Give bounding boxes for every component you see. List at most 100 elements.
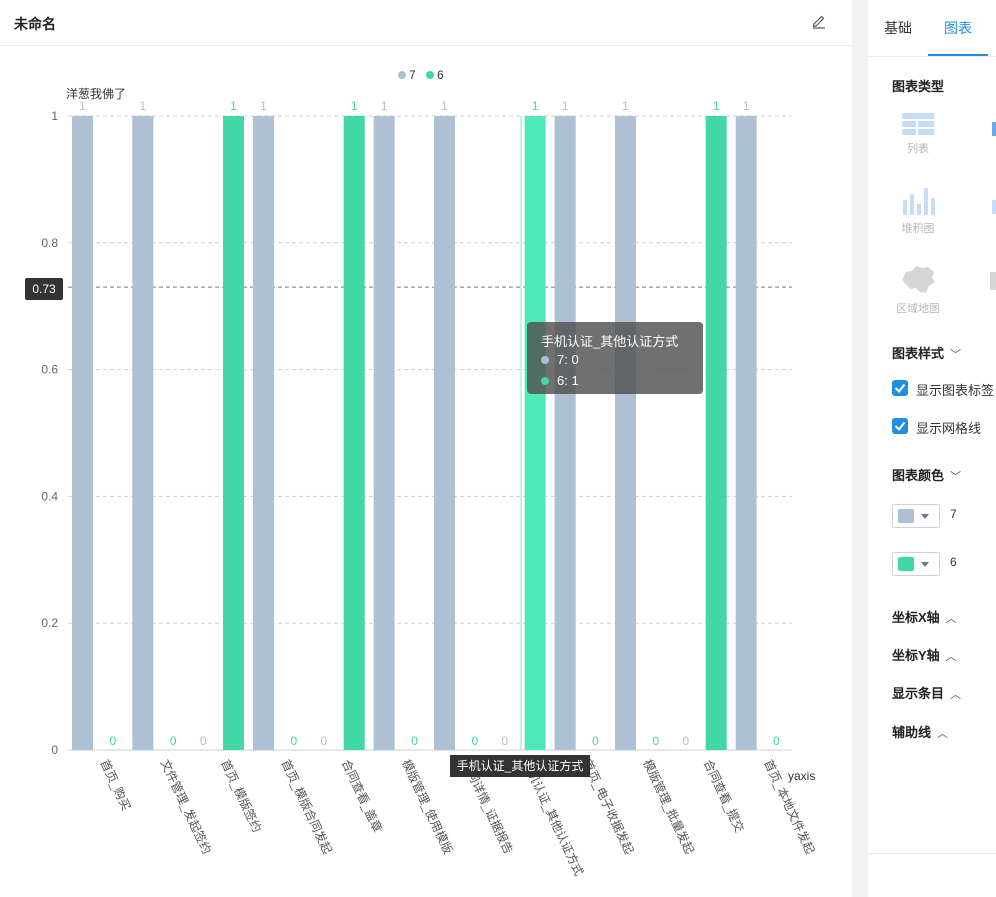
y-axis-section[interactable]: 坐标Y轴 ︿ (892, 645, 957, 664)
show-labels-checkbox[interactable]: 显示图表标签 (892, 380, 996, 398)
x-category-label: 模版管理_使用模版 (399, 757, 456, 856)
bar-data-label: 1 (381, 99, 388, 113)
tab-basic[interactable]: 基础 (884, 18, 912, 38)
bar-series-6 (524, 116, 546, 750)
bar-data-label: 0 (109, 734, 116, 748)
tooltip-row: 6: 1 (541, 373, 579, 388)
chart-tooltip: 手机认证_其他认证方式 7: 0 6: 1 (527, 322, 703, 394)
bar-data-label: 0 (501, 734, 508, 748)
bar-series-6 (343, 116, 365, 750)
bar-data-label: 1 (351, 99, 358, 113)
x-category-label: 首页_模版合同发起 (278, 757, 335, 856)
bar-data-label: 0 (471, 734, 478, 748)
bar-data-label: 0 (592, 734, 599, 748)
color-picker-series-6[interactable] (892, 552, 940, 576)
chart-style-label: 图表样式 (892, 346, 945, 361)
bar-data-label: 0 (773, 734, 780, 748)
chevron-up-icon: ︿ (945, 651, 957, 663)
chevron-up-icon: ︿ (945, 613, 957, 625)
display-items-section[interactable]: 显示条目 ︿ (892, 683, 961, 702)
series-6-dot-icon (541, 377, 549, 385)
bar-data-label: 1 (260, 99, 267, 113)
bar-data-label: 1 (622, 99, 629, 113)
checkbox-checked-icon (892, 418, 908, 434)
tooltip-title: 手机认证_其他认证方式 (541, 334, 679, 349)
tab-chart[interactable]: 图表 (944, 18, 972, 38)
tooltip-row: 7: 0 (541, 352, 579, 367)
tab-active-indicator (928, 54, 988, 56)
x-category-label: 合同查看_盖章 (339, 757, 386, 835)
bar-data-label: 1 (743, 99, 750, 113)
color-picker-series-7[interactable] (892, 504, 940, 528)
bar-series-6 (705, 116, 727, 750)
color-row-series-6: 6 (892, 552, 992, 576)
y-tick-label: 0.8 (41, 236, 58, 250)
show-grid-label: 显示网格线 (916, 421, 982, 436)
bar-data-label: 0 (682, 734, 689, 748)
color-swatch (898, 509, 914, 523)
display-items-label: 显示条目 (892, 686, 945, 701)
stacked-bar-icon (903, 188, 935, 215)
legend-dot-icon (398, 71, 406, 79)
bar-data-label: 0 (652, 734, 659, 748)
chart-type-label: 堆积图 (901, 223, 935, 235)
bar-data-label: 1 (79, 99, 86, 113)
panel-title: 未命名 (14, 16, 56, 32)
list-table-icon (902, 113, 934, 135)
edit-pencil-icon[interactable] (810, 12, 828, 30)
caret-down-icon (921, 562, 929, 567)
color-series-name: 7 (950, 507, 957, 521)
tooltip-series-value: 0 (571, 352, 579, 367)
show-labels-label: 显示图表标签 (916, 383, 995, 398)
bar-series-7 (434, 116, 455, 750)
bar-data-label: 1 (139, 99, 146, 113)
tooltip-series-name: 7 (557, 352, 565, 367)
chevron-up-icon: ︿ (937, 728, 949, 740)
chart-style-title[interactable]: 图表样式 ﹀ (892, 343, 961, 362)
side-bottom-divider (868, 853, 996, 854)
bar-series-7 (373, 116, 395, 750)
bar-data-label: 0 (290, 734, 297, 748)
y-tick-label: 1 (51, 109, 58, 123)
x-axis-section-label: 坐标X轴 (892, 610, 940, 625)
bar-series-7 (554, 116, 576, 750)
partial-type-icon (990, 272, 996, 290)
bar-series-7 (735, 116, 757, 750)
legend-dot-icon (426, 71, 434, 79)
bar-data-label: 0 (170, 734, 177, 748)
x-axis-section[interactable]: 坐标X轴 ︿ (892, 607, 957, 626)
show-grid-checkbox[interactable]: 显示网格线 (892, 418, 992, 436)
bar-data-label: 0 (200, 734, 207, 748)
legend-item: 6 (437, 68, 444, 82)
aux-line-section[interactable]: 辅助线 ︿ (892, 722, 948, 741)
bar-series-6 (223, 116, 244, 750)
chart-type-stacked[interactable]: 堆积图 (888, 186, 948, 236)
y-axis-pointer-label: 0.73 (25, 278, 63, 300)
y-tick-label: 0.4 (41, 489, 58, 503)
chart-color-title[interactable]: 图表颜色 ﹀ (892, 465, 961, 484)
chart-panel: 未命名 0 0.2 0.4 0.6 0.8 1 1 0 首页_购买 1 0 文件管理_发起签约 0 1 首页… (0, 0, 852, 897)
x-category-label: 文件管理_发起签约 (158, 757, 215, 856)
x-axis-name: yaxis (788, 769, 815, 783)
chevron-up-icon: ︿ (950, 689, 962, 701)
bar-data-label: 1 (713, 99, 720, 113)
bar-data-label: 0 (411, 734, 418, 748)
tab-divider (868, 56, 996, 57)
bar-data-label: 1 (230, 99, 237, 113)
chart-subtitle: 洋葱我佛了 (66, 86, 126, 101)
x-category-label: 首页_购买 (97, 757, 134, 813)
checkbox-checked-icon (892, 380, 908, 396)
y-axis-section-label: 坐标Y轴 (892, 648, 940, 663)
tooltip-series-name: 6 (557, 373, 565, 388)
chart-type-region-map[interactable]: 区域地图 (888, 264, 948, 316)
y-tick-label: 0.2 (41, 616, 58, 630)
bar-chart: 0 0.2 0.4 0.6 0.8 1 1 0 首页_购买 1 0 文件管理_发起签约 0 1 首页_模版签… (41, 68, 818, 878)
partial-type-icon (992, 200, 996, 214)
series-7-dot-icon (541, 356, 549, 364)
caret-down-icon (921, 514, 929, 519)
aux-line-label: 辅助线 (892, 725, 932, 740)
chart-type-label: 区域地图 (896, 303, 940, 315)
bar-data-label: 0 (320, 734, 327, 748)
chevron-down-icon: ﹀ (950, 471, 962, 483)
chart-type-list[interactable]: 列表 (888, 112, 948, 156)
